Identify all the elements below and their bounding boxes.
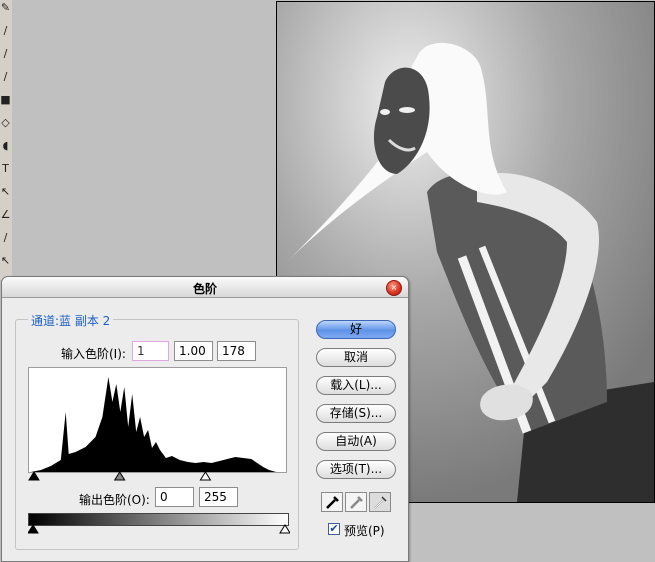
ok-button[interactable]: 好 — [316, 320, 396, 339]
stamp-tool-icon[interactable]: ∕ — [0, 48, 11, 59]
histogram — [28, 367, 287, 473]
path-selection-tool-icon[interactable]: ↖ — [0, 186, 11, 197]
input-levels-slider[interactable] — [28, 471, 287, 481]
input-white-handle[interactable] — [199, 471, 212, 481]
load-button[interactable]: 载入(L)... — [316, 376, 396, 395]
histogram-area — [31, 377, 284, 472]
close-button[interactable]: × — [386, 280, 402, 296]
black-eyedropper-button[interactable] — [321, 492, 343, 512]
gray-eyedropper-button[interactable] — [345, 492, 367, 512]
history-brush-tool-icon[interactable]: ∕ — [0, 71, 11, 82]
type-tool-icon[interactable]: T — [0, 163, 11, 174]
pencil-tool-icon[interactable]: ✎ — [0, 2, 11, 13]
input-levels-label: 输入色阶(I): — [61, 347, 126, 361]
input-gamma-handle[interactable] — [113, 471, 126, 481]
preview-label[interactable]: 预览(P) — [344, 522, 385, 539]
gradient-tool-icon[interactable]: ■ — [0, 94, 11, 105]
black-eyedropper-icon — [326, 496, 339, 509]
save-button[interactable]: 存储(S)... — [316, 404, 396, 423]
pen-tool-icon[interactable]: ∠ — [0, 209, 11, 220]
cancel-button[interactable]: 取消 — [316, 348, 396, 367]
blur-tool-icon[interactable]: ◇ — [0, 117, 11, 128]
output-levels-label: 输出色阶(O): — [79, 493, 150, 507]
gray-eyedropper-icon — [350, 496, 363, 509]
dodge-tool-icon[interactable]: ◖ — [0, 140, 11, 151]
white-eyedropper-icon — [374, 496, 387, 509]
white-eyedropper-button[interactable] — [369, 492, 391, 512]
dialog-title: 色阶 — [192, 282, 217, 296]
output-white-handle[interactable] — [279, 524, 290, 534]
options-button[interactable]: 选项(T)... — [316, 460, 396, 479]
auto-button[interactable]: 自动(A) — [316, 432, 396, 451]
input-white-field[interactable] — [217, 341, 256, 361]
dialog-titlebar[interactable]: 色阶 × — [2, 277, 408, 298]
brush-tool-icon[interactable]: ∕ — [0, 25, 11, 36]
output-black-field[interactable] — [155, 487, 194, 507]
levels-dialog: 色阶 × 通道:蓝 副本 2 输入色阶(I): 输出色阶(O): 好 取消 载入… — [1, 276, 409, 562]
output-black-handle[interactable] — [28, 524, 39, 534]
output-white-field[interactable] — [199, 487, 238, 507]
output-levels-slider[interactable] — [28, 524, 290, 534]
input-gamma-field[interactable] — [174, 341, 213, 361]
preview-checkbox[interactable]: ✔ — [328, 523, 340, 535]
input-black-handle[interactable] — [28, 471, 40, 481]
input-black-field[interactable] — [132, 341, 169, 361]
toolbox: ✎ ∕ ∕ ∕ ■ ◇ ◖ T ↖ ∠ ∕ ↖ — [0, 0, 12, 280]
hand-tool-icon[interactable]: ↖ — [0, 255, 11, 266]
close-icon: × — [390, 283, 398, 292]
channel-select[interactable]: 通道:蓝 副本 2 — [28, 312, 114, 329]
histogram-plot — [31, 377, 284, 472]
eyedropper-tool-icon[interactable]: ∕ — [0, 232, 11, 243]
